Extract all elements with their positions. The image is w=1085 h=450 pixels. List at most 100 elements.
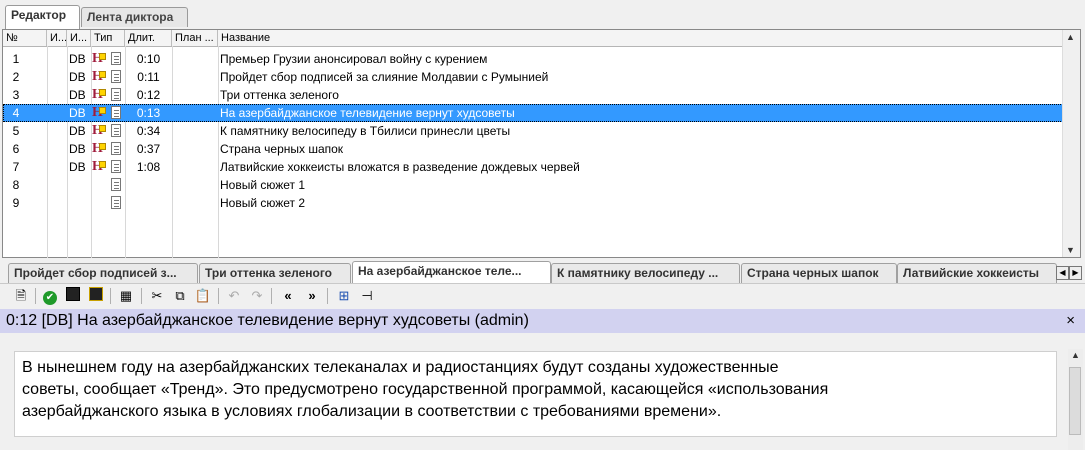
story-tab[interactable]: Пройдет сбор подписей з... — [8, 263, 198, 283]
save-all-icon[interactable] — [87, 287, 105, 305]
save-icon[interactable] — [64, 287, 82, 305]
scroll-up-icon[interactable]: ▲ — [1071, 350, 1080, 360]
new-document-icon[interactable]: 🗎 — [12, 287, 30, 305]
row-source: DB — [69, 88, 86, 102]
table-row[interactable]: 9 Новый сюжет 2 — [3, 194, 1063, 212]
row-duration — [125, 194, 172, 212]
row-source: DB — [69, 124, 86, 138]
table-row[interactable]: 6 DB 0:37 Страна черных шапок H — [3, 140, 1063, 158]
story-grid: № И... И... Тип Длит. План ... Название … — [2, 29, 1081, 258]
story-text-editor[interactable]: В нынешнем году на азербайджанских телек… — [14, 351, 1057, 437]
table-row[interactable]: 7 DB 1:08 Латвийские хоккеисты вложатся в р… — [3, 158, 1063, 176]
story-tab[interactable]: На азербайджанское теле... — [352, 261, 551, 283]
row-duration: 0:13 — [136, 106, 161, 120]
table-row[interactable]: 4 DB 0:13 На азербайджанское телевидение ве… — [3, 104, 1063, 122]
table-row[interactable]: 3 DB 0:12 Три оттенка зеленого H — [3, 86, 1063, 104]
document-icon — [111, 160, 121, 173]
story-type-icon: H — [92, 123, 106, 138]
row-title: Премьер Грузии анонсировал войну с курен… — [220, 52, 488, 66]
row-title: Три оттенка зеленого — [220, 88, 339, 102]
editor-caption: 0:12 [DB] На азербайджанское телевидение… — [6, 312, 529, 329]
story-tab[interactable]: К памятнику велосипеду ... — [551, 263, 740, 283]
story-type-icon: H — [92, 159, 106, 174]
document-icon — [111, 70, 121, 83]
redo-icon[interactable]: ↷ — [248, 287, 266, 305]
previous-story-icon[interactable]: « — [279, 287, 297, 305]
tab-announcer-feed[interactable]: Лента диктора — [81, 7, 188, 27]
tab-scroll-left-icon[interactable]: ◀ — [1056, 266, 1069, 280]
row-title: Латвийские хоккеисты вложатся в разведен… — [220, 160, 580, 174]
story-tab[interactable]: Латвийские хоккеисты — [897, 263, 1057, 283]
grid-header: № И... И... Тип Длит. План ... Название — [3, 30, 1063, 47]
story-type-icon: H — [92, 51, 106, 66]
table-row[interactable]: 2 DB 0:11 Пройдет сбор подписей за слияние … — [3, 68, 1063, 86]
story-type-icon: H — [92, 87, 106, 102]
text-line: В нынешнем году на азербайджанских телек… — [22, 359, 779, 376]
row-title: Страна черных шапок — [220, 142, 344, 156]
row-number: 4 — [12, 106, 20, 120]
editor-toolbar: 🗎 ✔ ▦ ✂ ⧉ 📋 ↶ ↷ « » ⊞ ⊣ — [0, 283, 1085, 308]
story-type-icon: H — [92, 141, 106, 156]
column-header-duration[interactable]: Длит. — [125, 30, 172, 46]
row-number: 5 — [12, 124, 20, 138]
structure-icon[interactable]: ⊞ — [335, 287, 353, 305]
column-header-type[interactable]: Тип — [91, 30, 125, 46]
row-number: 8 — [12, 178, 20, 192]
row-source: DB — [69, 106, 86, 120]
tab-editor[interactable]: Редактор — [5, 5, 80, 29]
document-icon — [111, 52, 121, 65]
next-story-icon[interactable]: » — [303, 287, 321, 305]
cut-icon[interactable]: ✂ — [148, 287, 166, 305]
copy-icon[interactable]: ⧉ — [171, 287, 189, 305]
row-duration: 0:34 — [136, 124, 161, 138]
scroll-thumb[interactable] — [1069, 367, 1081, 435]
column-header-i1[interactable]: И... — [47, 30, 67, 46]
text-line: азербайджанского языка в условиях глобал… — [22, 403, 722, 420]
column-header-plan[interactable]: План ... — [172, 30, 218, 46]
document-icon — [111, 178, 121, 191]
top-tab-bar: Редактор Лента диктора — [0, 0, 1085, 29]
row-title: На азербайджанское телевидение вернут ху… — [220, 106, 515, 120]
row-source: DB — [69, 142, 86, 156]
row-duration: 0:10 — [136, 52, 161, 66]
row-source: DB — [69, 52, 86, 66]
column-header-number[interactable]: № — [3, 30, 47, 46]
row-duration: 0:12 — [136, 88, 161, 102]
grid-scrollbar[interactable]: ▲ ▼ — [1062, 30, 1080, 257]
properties-icon[interactable]: ▦ — [117, 287, 135, 305]
document-icon — [111, 196, 121, 209]
paste-icon[interactable]: 📋 — [194, 287, 212, 305]
row-source — [69, 194, 91, 212]
story-tab-bar: Латвийские хоккеисты Страна черных шапок К… — [0, 261, 1085, 283]
row-number: 2 — [12, 70, 20, 84]
scroll-up-icon[interactable]: ▲ — [1066, 32, 1075, 42]
story-tab[interactable]: Три оттенка зеленого — [199, 263, 351, 283]
row-title: Новый сюжет 2 — [220, 196, 306, 210]
approve-icon[interactable]: ✔ — [41, 287, 59, 305]
row-duration — [125, 176, 172, 194]
table-row[interactable]: 8 Новый сюжет 1 — [3, 176, 1063, 194]
close-icon[interactable]: × — [1066, 309, 1075, 333]
row-number: 3 — [12, 88, 20, 102]
undo-icon[interactable]: ↶ — [225, 287, 243, 305]
row-number: 9 — [12, 196, 20, 210]
row-source: DB — [69, 70, 86, 84]
pin-icon[interactable]: ⊣ — [358, 287, 376, 305]
story-tab[interactable]: Страна черных шапок — [741, 263, 897, 283]
document-icon — [111, 142, 121, 155]
tab-scroll-right-icon[interactable]: ▶ — [1069, 266, 1082, 280]
editor-area: В нынешнем году на азербайджанских телек… — [0, 333, 1085, 450]
scroll-down-icon[interactable]: ▼ — [1066, 245, 1075, 255]
table-row[interactable]: 1 DB 0:10 Премьер Грузии анонсировал войну … — [3, 50, 1063, 68]
column-header-i2[interactable]: И... — [67, 30, 91, 46]
text-scrollbar[interactable]: ▲ — [1068, 349, 1083, 450]
row-number: 7 — [12, 160, 20, 174]
editor-caption-bar: 0:12 [DB] На азербайджанское телевидение… — [0, 309, 1085, 333]
column-header-title[interactable]: Название — [218, 30, 1063, 46]
document-icon — [111, 124, 121, 137]
row-source — [69, 176, 91, 194]
story-type-icon: H — [92, 69, 106, 84]
document-icon — [111, 88, 121, 101]
table-row[interactable]: 5 DB 0:34 К памятнику велосипеду в Тбилиси … — [3, 122, 1063, 140]
row-title: Новый сюжет 1 — [220, 178, 306, 192]
